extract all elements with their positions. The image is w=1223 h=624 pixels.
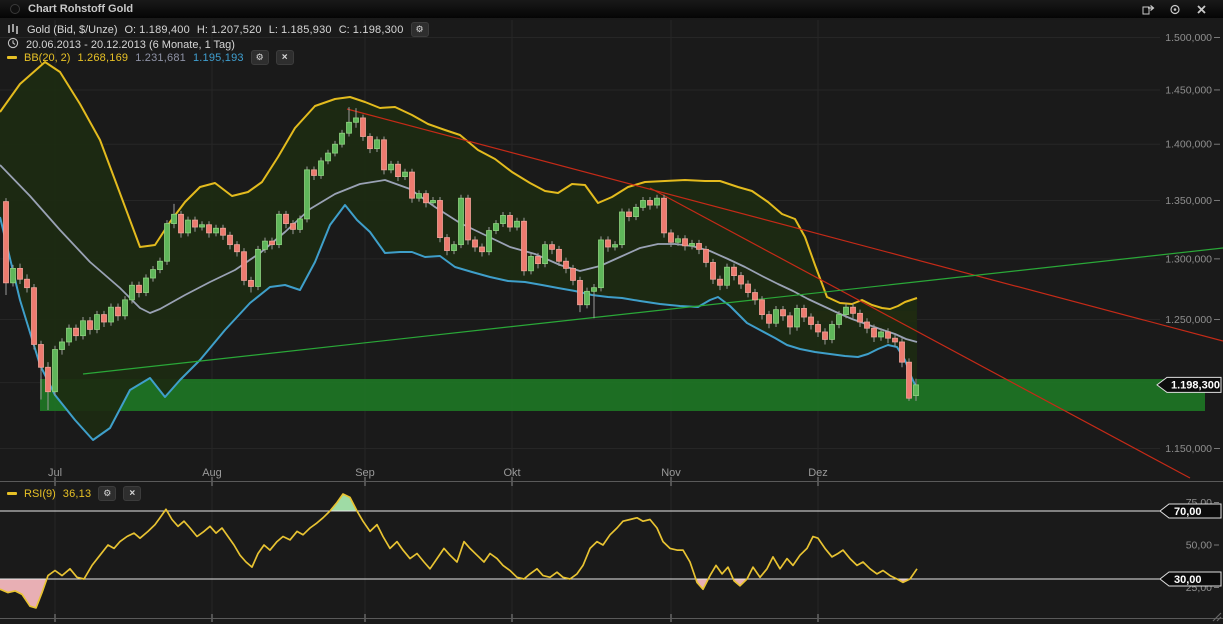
high-label: H: [197,24,208,36]
svg-text:1.350,000: 1.350,000 [1165,195,1212,207]
instrument-legend-row: Gold (Bid, $/Unze) O: 1.189,400 H: 1.207… [7,22,429,37]
low-value: 1.185,930 [281,24,332,36]
open-label: O: [124,24,136,36]
bb-settings-button[interactable]: ⚙ [251,50,269,65]
rsi-settings-button[interactable]: ⚙ [98,486,116,501]
bb-name: BB(20, 2) [24,52,70,64]
chart-canvas[interactable]: 1.500,000 1.450,000 1.400,000 1.350,000 1.30… [0,0,1223,624]
instrument-label: Gold (Bid, $/Unze) [27,24,117,36]
svg-text:30,00: 30,00 [1174,574,1202,586]
instrument-settings-button[interactable]: ⚙ [411,22,429,37]
bars-icon [7,23,20,37]
bb-remove-button[interactable]: × [276,50,294,65]
date-range: 20.06.2013 - 20.12.2013 (6 Monate, 1 Tag… [26,39,235,51]
svg-text:1.250,000: 1.250,000 [1165,314,1212,326]
svg-text:1.150,000: 1.150,000 [1165,443,1212,455]
rsi-legend-row: RSI(9) 36,13 ⚙ × [7,486,141,501]
open-value: 1.189,400 [139,24,190,36]
chart-window: Chart Rohstoff Gold 1.500,0001.450,0001.… [0,0,1223,624]
bb-lower-value: 1.195,193 [193,52,244,64]
svg-text:1.500,000: 1.500,000 [1165,32,1212,44]
close-value: 1.198,300 [353,24,404,36]
svg-text:70,00: 70,00 [1174,506,1202,518]
bb-upper-value: 1.268,169 [77,52,128,64]
high-value: 1.207,520 [211,24,262,36]
svg-text:1.450,000: 1.450,000 [1165,84,1212,96]
bb-middle-value: 1.231,681 [135,52,186,64]
rsi-name: RSI(9) [24,488,56,500]
svg-text:1.300,000: 1.300,000 [1165,253,1212,265]
rsi-remove-button[interactable]: × [123,486,141,501]
low-label: L: [269,24,278,36]
svg-text:50,00: 50,00 [1186,540,1212,552]
bb-legend-row: BB(20, 2) 1.268,169 1.231,681 1.195,193 … [7,50,294,65]
rsi-series-marker [7,492,17,495]
rsi-value: 36,13 [63,488,92,500]
bb-series-marker [7,56,17,59]
svg-text:1.198,300: 1.198,300 [1171,380,1220,392]
close-label: C: [339,24,350,36]
svg-text:1.400,000: 1.400,000 [1165,139,1212,151]
